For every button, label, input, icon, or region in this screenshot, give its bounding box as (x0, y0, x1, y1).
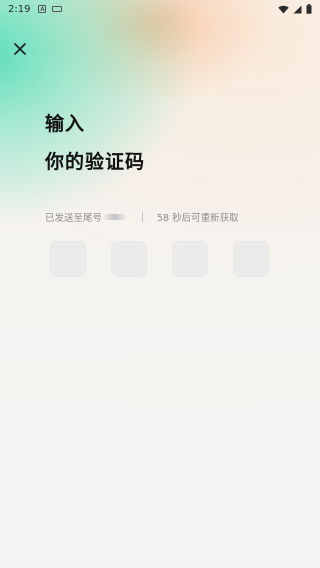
android-system-icon: A (38, 5, 47, 13)
resend-countdown[interactable]: 58 秒后可重新获取 (157, 210, 239, 224)
page-title-line2: 你的验证码 (45, 151, 146, 173)
signal-icon (293, 5, 302, 13)
gradient-background (0, 0, 320, 568)
close-icon (14, 43, 26, 55)
status-bar: 2:19 A (0, 0, 320, 18)
keyboard-icon (52, 6, 63, 12)
status-right-icons (278, 4, 312, 14)
code-input-group (50, 241, 269, 277)
info-divider (142, 212, 144, 222)
code-input-3[interactable] (172, 241, 208, 277)
code-input-4[interactable] (233, 241, 269, 277)
code-input-1[interactable] (50, 241, 86, 277)
masked-phone-number (104, 214, 127, 220)
page-title-line1: 输入 (45, 113, 86, 135)
close-button[interactable] (8, 37, 32, 61)
sent-to-label: 已发送至尾号 (45, 213, 103, 224)
code-input-2[interactable] (111, 241, 147, 277)
status-time: 2:19 (8, 3, 31, 15)
verification-info: 已发送至尾号 58 秒后可重新获取 (45, 210, 239, 224)
battery-icon (306, 4, 312, 14)
screen: 2:19 A 输入 你的验证码 已发送至尾号 58 秒后可重新获取 (0, 0, 320, 568)
wifi-icon (278, 5, 289, 13)
